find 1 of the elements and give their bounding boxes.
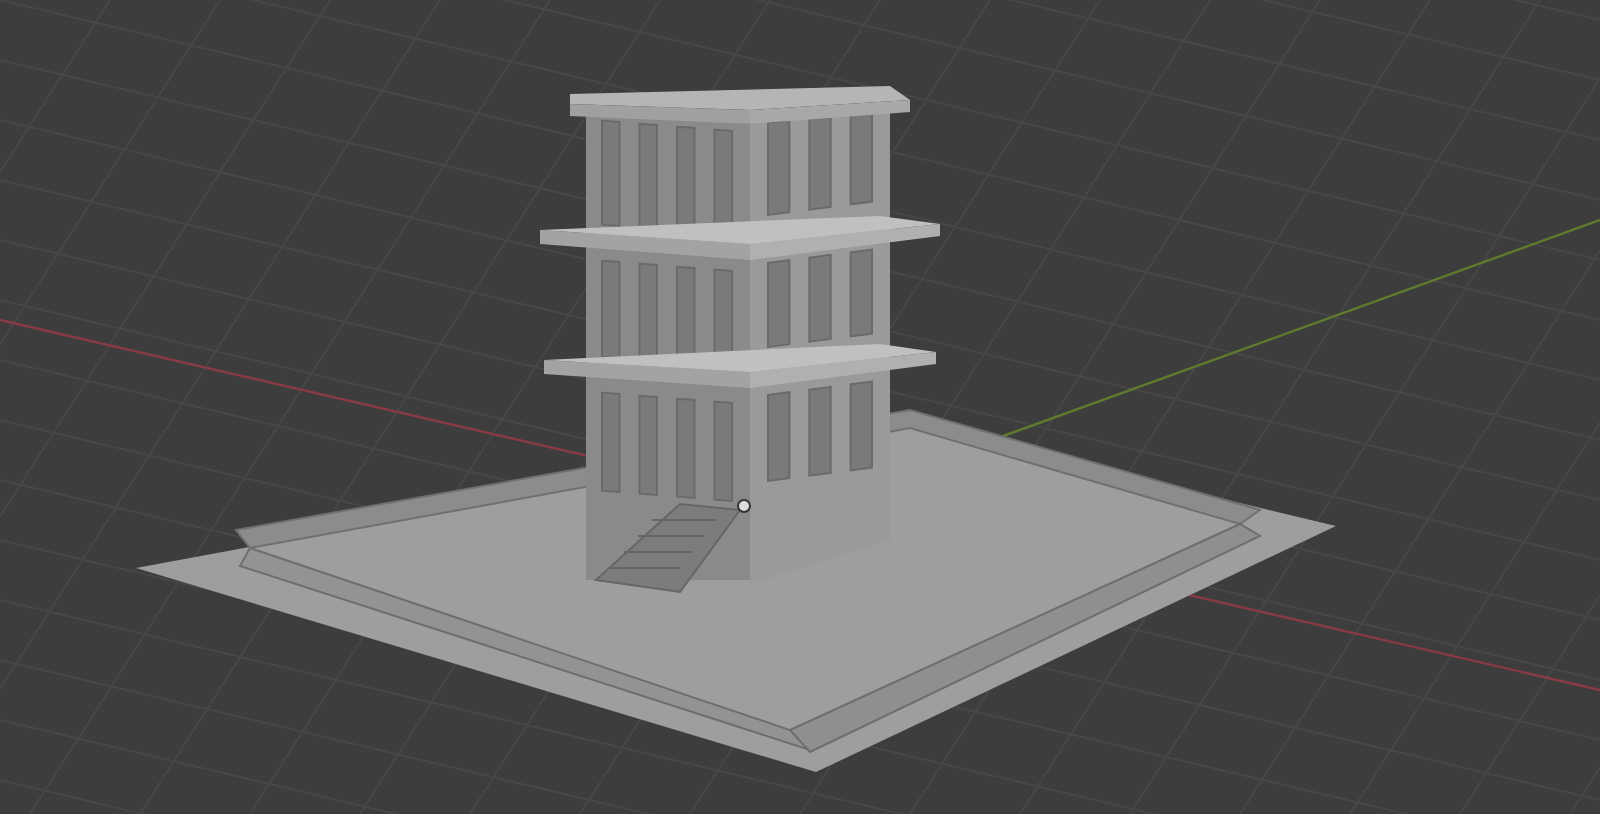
- viewport-canvas[interactable]: [0, 0, 1600, 814]
